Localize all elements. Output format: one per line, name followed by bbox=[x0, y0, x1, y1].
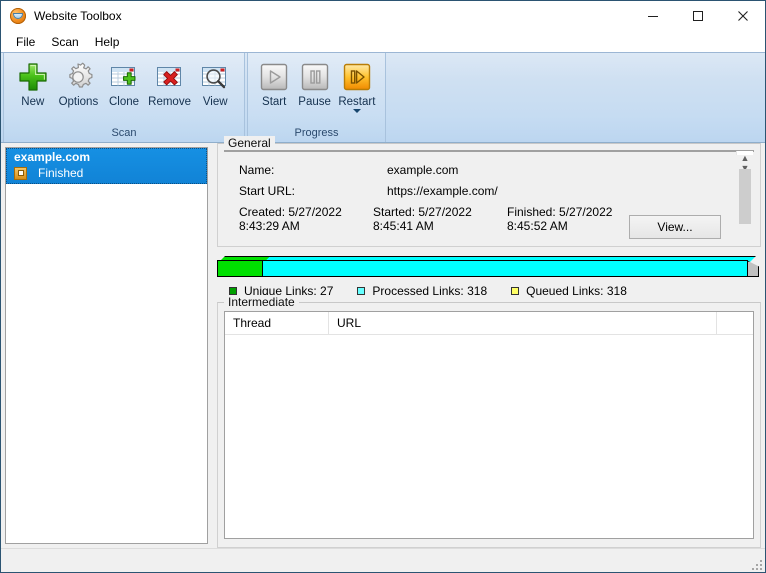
stop-square-icon bbox=[14, 167, 27, 180]
column-header-url[interactable]: URL bbox=[329, 312, 717, 334]
scrollbar-thumb[interactable] bbox=[739, 169, 751, 224]
window-controls bbox=[630, 1, 765, 31]
app-window: Website Toolbox File Scan Help bbox=[0, 0, 766, 573]
ribbon-group-scan: New bbox=[3, 53, 245, 142]
list-item[interactable]: example.com Finished bbox=[6, 148, 207, 184]
intermediate-groupbox: Intermediate Thread URL bbox=[217, 302, 761, 548]
legend-item-processed-links: Processed Links: 318 bbox=[357, 284, 487, 298]
options-button[interactable]: Options bbox=[56, 56, 102, 108]
window-plus-icon bbox=[107, 60, 141, 94]
legend-swatch-unique bbox=[229, 287, 237, 295]
column-header-extra[interactable] bbox=[717, 312, 753, 334]
field-name-value: example.com bbox=[387, 163, 458, 177]
status-bar bbox=[1, 548, 765, 572]
window-search-icon bbox=[198, 60, 232, 94]
general-fields: Name: example.com Start URL: https://exa… bbox=[225, 151, 736, 163]
timestamp-started-label: Started: 5/27/2022 bbox=[373, 205, 507, 219]
remove-button-label: Remove bbox=[148, 96, 191, 108]
pause-icon bbox=[298, 60, 332, 94]
table-body[interactable] bbox=[225, 335, 753, 538]
progress-bar-unique-segment bbox=[218, 261, 263, 276]
resize-grip-icon[interactable] bbox=[750, 558, 762, 570]
maximize-icon bbox=[692, 10, 704, 22]
table-header-row: Thread URL bbox=[225, 312, 753, 335]
field-name-label: Name: bbox=[239, 163, 387, 177]
field-start-url-label: Start URL: bbox=[239, 184, 387, 198]
start-button-label: Start bbox=[262, 96, 286, 108]
restart-button-label: Restart bbox=[338, 96, 375, 108]
list-item-status: Finished bbox=[38, 166, 83, 180]
legend-item-queued-links: Queued Links: 318 bbox=[511, 284, 627, 298]
menu-item-help[interactable]: Help bbox=[87, 33, 128, 51]
pause-button-label: Pause bbox=[298, 96, 331, 108]
close-icon bbox=[737, 10, 749, 22]
restart-button[interactable]: Restart bbox=[335, 56, 379, 113]
list-item-name: example.com bbox=[14, 150, 203, 165]
pause-button[interactable]: Pause bbox=[294, 56, 334, 108]
gear-icon bbox=[61, 60, 95, 94]
field-start-url: Start URL: https://example.com/ bbox=[239, 184, 736, 198]
timestamp-created: Created: 5/27/2022 8:43:29 AM bbox=[239, 205, 373, 233]
legend-swatch-processed bbox=[357, 287, 365, 295]
ribbon-group-scan-items: New bbox=[10, 56, 238, 118]
new-button-label: New bbox=[21, 96, 44, 108]
timestamp-started: Started: 5/27/2022 8:45:41 AM bbox=[373, 205, 507, 233]
title-bar: Website Toolbox bbox=[1, 1, 765, 31]
ribbon-group-progress: Start Pause bbox=[247, 53, 386, 142]
app-icon bbox=[10, 8, 26, 24]
legend-label-processed: Processed Links: 318 bbox=[372, 284, 487, 298]
ribbon-group-scan-label: Scan bbox=[10, 127, 238, 142]
timestamp-created-time: 8:43:29 AM bbox=[239, 219, 373, 233]
chevron-up-icon[interactable]: ▲ bbox=[741, 153, 750, 163]
progress-bar-side-face bbox=[748, 261, 759, 277]
legend-label-queued: Queued Links: 318 bbox=[526, 284, 627, 298]
list-item-status-row: Finished bbox=[14, 166, 203, 180]
timestamp-finished-time: 8:45:52 AM bbox=[507, 219, 641, 233]
restart-icon bbox=[340, 60, 374, 94]
menu-item-file[interactable]: File bbox=[8, 33, 43, 51]
remove-button[interactable]: Remove bbox=[147, 56, 193, 108]
play-icon bbox=[257, 60, 291, 94]
general-groupbox-title: General bbox=[224, 136, 275, 150]
field-name: Name: example.com bbox=[239, 163, 736, 177]
ribbon-toolbar: New bbox=[1, 52, 765, 143]
field-start-url-value: https://example.com/ bbox=[387, 184, 498, 198]
scan-list[interactable]: example.com Finished bbox=[5, 147, 208, 544]
window-title: Website Toolbox bbox=[34, 9, 122, 23]
intermediate-groupbox-title: Intermediate bbox=[224, 295, 299, 309]
timestamp-created-label: Created: 5/27/2022 bbox=[239, 205, 373, 219]
chevron-down-icon[interactable] bbox=[353, 109, 361, 113]
clone-button[interactable]: Clone bbox=[101, 56, 147, 108]
new-button[interactable]: New bbox=[10, 56, 56, 108]
minimize-icon bbox=[647, 10, 659, 22]
column-header-thread[interactable]: Thread bbox=[225, 312, 329, 334]
legend-swatch-queued bbox=[511, 287, 519, 295]
window-delete-icon bbox=[153, 60, 187, 94]
general-groupbox: General Name: example.com Start URL: htt… bbox=[217, 143, 761, 247]
minimize-button[interactable] bbox=[630, 1, 675, 31]
clone-button-label: Clone bbox=[109, 96, 139, 108]
options-button-label: Options bbox=[59, 96, 99, 108]
view-tool-button-label: View bbox=[203, 96, 228, 108]
menu-item-scan[interactable]: Scan bbox=[43, 33, 86, 51]
timestamp-finished: Finished: 5/27/2022 8:45:52 AM bbox=[507, 205, 641, 233]
progress-bar-track bbox=[217, 260, 748, 277]
timestamp-finished-label: Finished: 5/27/2022 bbox=[507, 205, 641, 219]
general-panel: Name: example.com Start URL: https://exa… bbox=[224, 150, 754, 152]
ribbon-group-progress-items: Start Pause bbox=[254, 56, 379, 118]
view-button[interactable]: View... bbox=[629, 215, 721, 239]
progress-bar bbox=[217, 256, 759, 277]
maximize-button[interactable] bbox=[675, 1, 720, 31]
timestamp-started-time: 8:45:41 AM bbox=[373, 219, 507, 233]
main-content: example.com Finished General Name: examp… bbox=[1, 143, 765, 548]
general-scrollbar[interactable]: ▲ ▼ bbox=[736, 151, 753, 155]
view-tool-button[interactable]: View bbox=[192, 56, 238, 108]
close-button[interactable] bbox=[720, 1, 765, 31]
start-button[interactable]: Start bbox=[254, 56, 294, 108]
menu-bar: File Scan Help bbox=[1, 31, 765, 52]
intermediate-table[interactable]: Thread URL bbox=[224, 311, 754, 539]
plus-icon bbox=[16, 60, 50, 94]
details-pane: General Name: example.com Start URL: htt… bbox=[217, 143, 761, 548]
